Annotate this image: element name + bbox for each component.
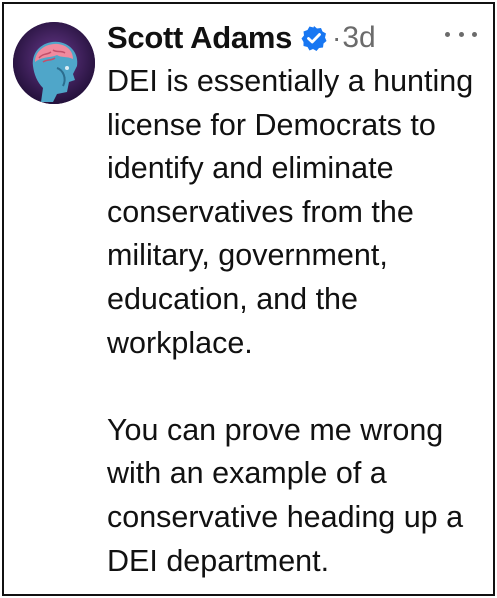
author-name[interactable]: Scott Adams: [107, 20, 292, 56]
post-paragraph: You can prove me wrong with an example o…: [107, 412, 464, 578]
post-time[interactable]: 3d: [342, 21, 375, 55]
verified-badge-icon: [301, 25, 327, 51]
more-options-icon[interactable]: [445, 26, 477, 42]
avatar[interactable]: [13, 22, 95, 104]
post-paragraph: DEI is essentially a hunting license for…: [107, 64, 474, 360]
post-header: Scott Adams · 3d: [107, 18, 376, 58]
more-dot: [458, 31, 464, 37]
post-card: Scott Adams · 3d DEI is essentially a hu…: [2, 2, 495, 596]
more-dot: [472, 31, 477, 37]
post-body: DEI is essentially a hunting license for…: [107, 60, 492, 583]
meta-separator: ·: [332, 22, 342, 53]
brain-profile-icon: [13, 22, 95, 104]
more-dot: [445, 31, 450, 37]
